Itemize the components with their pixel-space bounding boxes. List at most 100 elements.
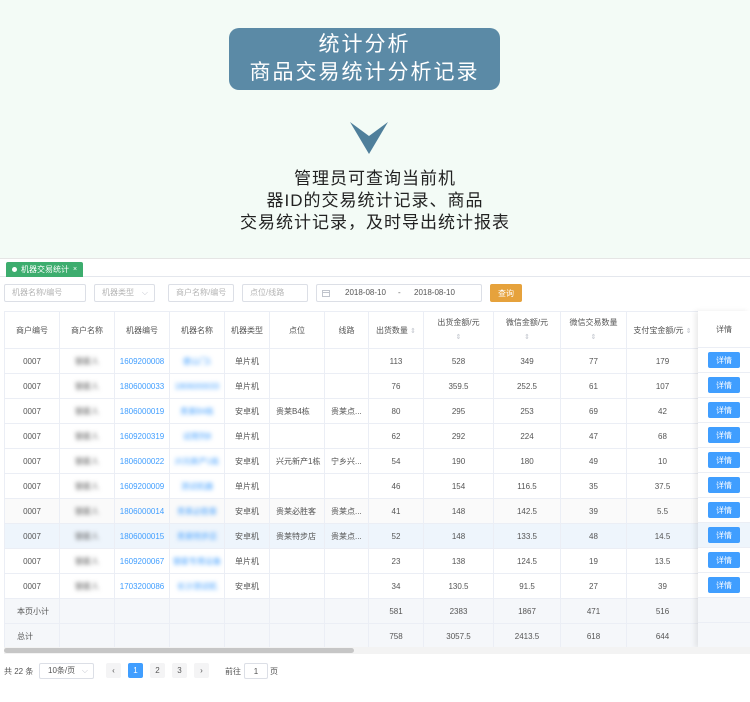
detail-button[interactable]: 详情 (708, 377, 740, 393)
cell-machine-name[interactable]: 测试机器 (169, 473, 225, 499)
cell-point (269, 573, 325, 599)
cell-machine-name[interactable]: 兴元新产1栋 (169, 448, 225, 474)
chevron-down-icon: ⌵ (141, 288, 148, 297)
hero-title-badge: 统计分析 商品交易统计分析记录 (229, 28, 500, 90)
goto-page-input[interactable] (244, 663, 268, 679)
sort-icon[interactable]: ⇕ (686, 328, 692, 335)
tab-label: 机器交易统计 (21, 265, 69, 274)
detail-button[interactable]: 详情 (708, 452, 740, 468)
cell-machine-no[interactable]: 1703200086 (114, 573, 170, 599)
header-out-qty[interactable]: 出货数量 ⇕ (368, 311, 424, 349)
cell-out-qty: 80 (368, 398, 424, 424)
sort-icon[interactable]: ⇕ (524, 334, 530, 341)
total-row-alipay: 644 (626, 623, 699, 649)
machine-type-select[interactable]: 机器类型 ⌵ (94, 284, 155, 302)
tab-machine-stats[interactable]: 机器交易统计 × (6, 262, 84, 277)
next-page-button[interactable]: › (194, 663, 209, 678)
cell-merchant-name: 钢星人 (59, 523, 115, 549)
detail-button[interactable]: 详情 (708, 427, 740, 443)
cell-machine-no[interactable]: 1806000033 (114, 373, 170, 399)
date-start: 2018-08-10 (345, 288, 386, 297)
detail-button[interactable]: 详情 (708, 352, 740, 368)
cell-out-qty: 34 (368, 573, 424, 599)
cell-machine-name[interactable]: 长沙测试机 (169, 573, 225, 599)
detail-button[interactable]: 详情 (708, 552, 740, 568)
subtotal-row-wechat-qty: 471 (560, 598, 627, 624)
calendar-icon (322, 290, 330, 297)
cell-merchant-name: 钢星人 (59, 423, 115, 449)
machine-name-input[interactable]: 机器名称/编号 (4, 284, 86, 302)
cell-machine-name[interactable]: 贵莱必胜客 (169, 498, 225, 524)
pagination: 共 22 条 10条/页 ⌵ ‹ 1 2 3 › 前往 页 (0, 663, 750, 683)
table-row: 0007 钢星人 1703200086 长沙测试机 安卓机 34 130.5 91.5 27 39 (4, 573, 699, 599)
cell-machine-name[interactable]: 1806000033 (169, 373, 225, 399)
cell-point (269, 348, 325, 374)
total-row-wechat-qty: 618 (560, 623, 627, 649)
cell-machine-name[interactable]: 贵莱特步店 (169, 523, 225, 549)
cell-merchant-no: 0007 (4, 573, 60, 599)
page-2-button[interactable]: 2 (150, 663, 165, 678)
filter-bar: 机器名称/编号 机器类型 ⌵ 商户名称/编号 点位/线路 2018-08-10 … (0, 277, 750, 311)
detail-cell: 详情 (698, 398, 750, 423)
total-count: 共 22 条 (4, 667, 34, 676)
detail-button[interactable]: 详情 (708, 577, 740, 593)
cell-machine-type: 安卓机 (224, 448, 270, 474)
page-size-value: 10条/页 (48, 666, 76, 675)
header-alipay-amount[interactable]: 支付宝金额/元 ⇕ (626, 311, 699, 349)
cell-machine-no[interactable]: 1806000014 (114, 498, 170, 524)
detail-button[interactable]: 详情 (708, 402, 740, 418)
cell-wechat-amount: 180 (493, 448, 561, 474)
cell-wechat-amount: 124.5 (493, 548, 561, 574)
header-wechat-amount[interactable]: 微信金额/元 ⇕ (493, 311, 561, 349)
date-range-picker[interactable]: 2018-08-10 - 2018-08-10 (316, 284, 482, 302)
close-icon[interactable]: × (73, 262, 77, 277)
cell-machine-name[interactable]: 便山门1 (169, 348, 225, 374)
cell-wechat-amount: 252.5 (493, 373, 561, 399)
cell-machine-no[interactable]: 1609200319 (114, 423, 170, 449)
scrollbar-thumb[interactable] (4, 648, 354, 653)
table-row: 0007 钢星人 1806000014 贵莱必胜客 安卓机 贵莱必胜客 贵莱点... 41 14… (4, 498, 699, 524)
detail-button[interactable]: 详情 (708, 477, 740, 493)
cell-out-qty: 23 (368, 548, 424, 574)
cell-machine-name[interactable]: 钢星专用设备 (169, 548, 225, 574)
cell-machine-no[interactable]: 1609200067 (114, 548, 170, 574)
cell-wechat-amount: 142.5 (493, 498, 561, 524)
page-3-button[interactable]: 3 (172, 663, 187, 678)
total-row-wechat-amount: 2413.5 (493, 623, 561, 649)
detail-button[interactable]: 详情 (708, 527, 740, 543)
cell-out-qty: 62 (368, 423, 424, 449)
cell-machine-name[interactable]: 贵莱B4栋 (169, 398, 225, 424)
page-unit-label: 页 (270, 667, 278, 676)
sort-icon[interactable]: ⇕ (591, 334, 597, 341)
header-out-amount[interactable]: 出货金额/元 ⇕ (423, 311, 494, 349)
cell-machine-no[interactable]: 1609200008 (114, 348, 170, 374)
subtotal-row-label: 本页小计 (4, 598, 60, 624)
cell-machine-no[interactable]: 1609200009 (114, 473, 170, 499)
header-out-qty-label: 出货数量 (375, 325, 408, 335)
horizontal-scrollbar[interactable] (4, 647, 750, 654)
point-route-input[interactable]: 点位/线路 (242, 284, 308, 302)
page-size-select[interactable]: 10条/页 ⌵ (39, 663, 94, 679)
cell-alipay-amount: 42 (626, 398, 699, 424)
empty-cell (324, 598, 369, 624)
sort-icon[interactable]: ⇕ (456, 334, 462, 341)
cell-route (324, 473, 369, 499)
cell-machine-name[interactable]: 试用列8 (169, 423, 225, 449)
detail-button[interactable]: 详情 (708, 502, 740, 518)
sort-icon[interactable]: ⇕ (410, 328, 416, 335)
header-wechat-qty[interactable]: 微信交易数量 ⇕ (560, 311, 627, 349)
cell-out-qty: 54 (368, 448, 424, 474)
table-row: 0007 钢星人 1806000019 贵莱B4栋 安卓机 贵莱B4栋 贵莱点... 80 29… (4, 398, 699, 424)
page-1-button[interactable]: 1 (128, 663, 143, 678)
merchant-input[interactable]: 商户名称/编号 (168, 284, 234, 302)
cell-merchant-no: 0007 (4, 373, 60, 399)
prev-page-button[interactable]: ‹ (106, 663, 121, 678)
cell-merchant-name: 钢星人 (59, 448, 115, 474)
cell-machine-no[interactable]: 1806000022 (114, 448, 170, 474)
detail-cell: 详情 (698, 523, 750, 548)
cell-merchant-no: 0007 (4, 423, 60, 449)
cell-machine-no[interactable]: 1806000015 (114, 523, 170, 549)
query-button[interactable]: 查询 (490, 284, 522, 302)
cell-machine-no[interactable]: 1806000019 (114, 398, 170, 424)
cell-alipay-amount: 13.5 (626, 548, 699, 574)
